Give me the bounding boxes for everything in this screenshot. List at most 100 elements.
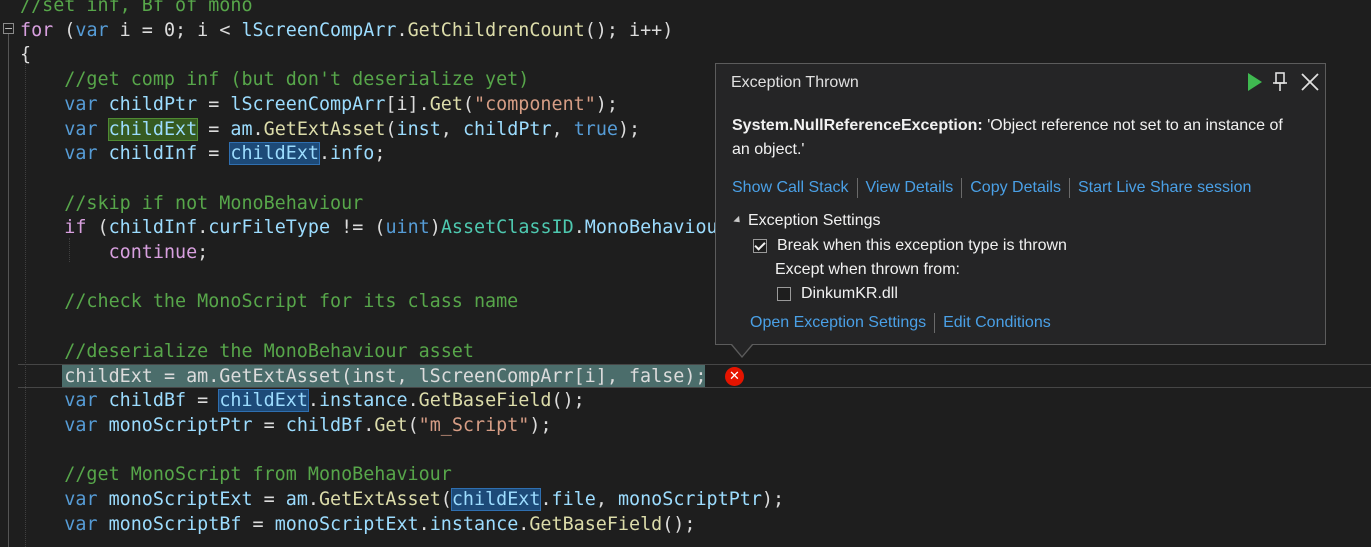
module-row[interactable]: DinkumKR.dll: [777, 285, 898, 303]
code-token: ,: [551, 118, 574, 140]
code-token: childExt = am.GetExtAsset(inst, lScreenC…: [64, 365, 707, 387]
code-token: monoScriptExt: [108, 489, 253, 510]
code-token: "component": [474, 93, 596, 115]
show-call-stack-link[interactable]: Show Call Stack: [732, 179, 849, 197]
code-token: GetChildrenCount: [407, 19, 585, 41]
code-line[interactable]: if (childInf.curFileType != (uint)AssetC…: [20, 216, 729, 241]
code-line[interactable]: childExt = am.GetExtAsset(inst, lScreenC…: [20, 365, 706, 390]
edit-conditions-link[interactable]: Edit Conditions: [943, 314, 1051, 332]
code-token: continue: [108, 242, 198, 263]
code-token: (: [53, 19, 76, 41]
code-token: //get MonoScript from MonoBehaviour: [20, 464, 452, 486]
code-token: curFileType: [208, 217, 331, 239]
code-token: am: [230, 118, 253, 140]
code-token: .: [252, 118, 264, 140]
code-line[interactable]: //get MonoScript from MonoBehaviour: [20, 463, 452, 488]
code-token: childPtr: [462, 118, 552, 140]
code-line[interactable]: var childBf = childExt.instance.GetBaseF…: [20, 389, 585, 414]
code-token: (: [462, 93, 474, 115]
code-token: .: [396, 19, 408, 41]
pin-icon[interactable]: [1268, 70, 1292, 94]
code-token: .: [307, 390, 319, 412]
except-when-label: Except when thrown from:: [775, 261, 960, 278]
code-line[interactable]: var monoScriptBf = monoScriptExt.instanc…: [20, 513, 695, 538]
code-line[interactable]: var monoScriptExt = am.GetExtAsset(child…: [20, 488, 784, 513]
code-token: );: [595, 93, 618, 115]
code-line[interactable]: //check the MonoScript for its class nam…: [20, 290, 518, 315]
code-line[interactable]: //deserialize the MonoBehaviour asset: [20, 340, 474, 365]
code-token: .: [197, 217, 209, 239]
code-line[interactable]: continue;: [20, 241, 209, 266]
code-token: != (: [330, 217, 386, 239]
code-line[interactable]: var childInf = childExt.info;: [20, 142, 385, 167]
code-token: MonoBehaviour: [584, 217, 729, 239]
code-token: .: [573, 217, 585, 239]
code-token: =: [252, 489, 286, 510]
copy-details-link[interactable]: Copy Details: [970, 179, 1061, 197]
code-token: if: [64, 217, 87, 239]
settings-links: Open Exception Settings Edit Conditions: [750, 313, 1051, 333]
popup-title: Exception Thrown: [731, 74, 859, 91]
code-token: );: [529, 414, 552, 436]
code-token: =: [241, 513, 275, 535]
code-token: uint: [385, 217, 430, 239]
code-token: GetBaseField: [418, 390, 552, 412]
code-token: ();: [662, 513, 696, 535]
break-when-thrown-checkbox[interactable]: [753, 239, 767, 253]
code-line[interactable]: var childExt = am.GetExtAsset(inst, chil…: [20, 117, 640, 143]
code-token: var: [64, 143, 98, 165]
code-token: //skip if not MonoBehaviour: [20, 192, 364, 214]
code-token: .: [407, 390, 419, 412]
code-line[interactable]: var childPtr = lScreenCompArr[i].Get("co…: [20, 93, 618, 118]
live-share-link[interactable]: Start Live Share session: [1078, 179, 1251, 197]
code-token: childExt: [229, 142, 320, 166]
code-token: .: [540, 489, 552, 510]
expand-triangle-icon: [733, 215, 743, 226]
module-checkbox[interactable]: [777, 287, 791, 301]
code-line[interactable]: //skip if not MonoBehaviour: [20, 192, 363, 217]
code-token: var: [64, 489, 98, 510]
code-line[interactable]: for (var i = 0; i < lScreenCompArr.GetCh…: [20, 19, 673, 44]
code-token: var: [64, 390, 98, 412]
code-token: monoScriptPtr: [108, 414, 253, 436]
collapse-icon[interactable]: −: [3, 23, 14, 34]
exception-settings-header[interactable]: Exception Settings: [733, 212, 881, 230]
code-line[interactable]: //set inf, Bf of mono: [20, 0, 253, 19]
code-line[interactable]: //get comp inf (but don't deserialize ye…: [20, 68, 529, 93]
code-token: (: [385, 118, 397, 140]
break-when-thrown-row[interactable]: Break when this exception type is thrown: [753, 237, 1067, 255]
close-icon[interactable]: [1298, 70, 1322, 94]
code-token: ;: [374, 143, 386, 165]
code-token: childPtr: [108, 93, 198, 115]
open-exception-settings-link[interactable]: Open Exception Settings: [750, 314, 926, 332]
code-token: childExt: [450, 488, 542, 511]
error-icon[interactable]: ✕: [725, 367, 744, 386]
code-token: .: [318, 143, 331, 165]
code-token: file: [551, 489, 596, 510]
code-token: monoScriptPtr: [617, 489, 762, 510]
code-token: var: [64, 513, 98, 535]
exception-type: System.NullReferenceException:: [732, 117, 983, 134]
code-token: instance: [429, 513, 519, 535]
code-token: GetExtAsset: [263, 118, 386, 140]
code-token: =: [197, 93, 231, 115]
code-token: {: [20, 44, 32, 66]
code-token: lScreenCompArr: [241, 19, 397, 41]
continue-play-icon[interactable]: [1242, 70, 1266, 94]
view-details-link[interactable]: View Details: [866, 179, 954, 197]
code-token: Get: [374, 414, 408, 436]
code-token: info: [330, 143, 375, 165]
code-token: "m_Script": [418, 414, 530, 436]
exception-popup: Exception Thrown System.NullReferenceExc…: [715, 63, 1326, 345]
code-token: .: [418, 513, 430, 535]
code-line[interactable]: var monoScriptPtr = childBf.Get("m_Scrip…: [20, 414, 552, 439]
code-line[interactable]: {: [20, 43, 31, 68]
code-token: var: [64, 93, 98, 115]
